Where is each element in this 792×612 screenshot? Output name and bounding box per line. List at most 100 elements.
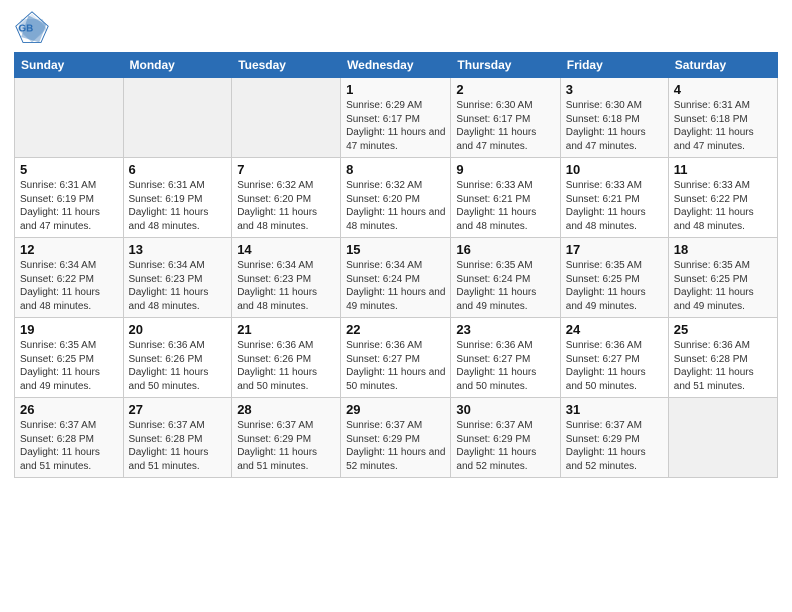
day-number: 24 [566, 322, 663, 337]
day-cell [668, 398, 777, 478]
day-cell: 16Sunrise: 6:35 AM Sunset: 6:24 PM Dayli… [451, 238, 560, 318]
calendar-body: 1 Sunrise: 6:29 AM Sunset: 6:17 PM Daylig… [15, 78, 778, 478]
day-cell [232, 78, 341, 158]
day-cell: 5 Sunrise: 6:31 AM Sunset: 6:19 PM Daylig… [15, 158, 124, 238]
day-info: Sunrise: 6:37 AM Sunset: 6:29 PM Dayligh… [566, 419, 663, 473]
day-number: 10 [566, 162, 663, 177]
day-number: 12 [20, 242, 118, 257]
day-cell: 19 Sunrise: 6:35 AM Sunset: 6:25 PM Dayli… [15, 318, 124, 398]
week-row-1: 1 Sunrise: 6:29 AM Sunset: 6:17 PM Daylig… [15, 78, 778, 158]
day-info: Sunrise: 6:29 AM Sunset: 6:17 PM Dayligh… [346, 99, 445, 153]
svg-text:GB: GB [19, 24, 34, 35]
day-number: 14 [237, 242, 335, 257]
day-cell: 15Sunrise: 6:34 AM Sunset: 6:24 PM Dayli… [341, 238, 451, 318]
day-number: 18 [674, 242, 772, 257]
day-number: 29 [346, 402, 445, 417]
calendar-header: SundayMondayTuesdayWednesdayThursdayFrid… [15, 53, 778, 78]
day-cell: 2Sunrise: 6:30 AM Sunset: 6:17 PM Daylig… [451, 78, 560, 158]
day-cell: 27 Sunrise: 6:37 AM Sunset: 6:28 PM Dayli… [123, 398, 232, 478]
day-cell [15, 78, 124, 158]
day-info: Sunrise: 6:31 AM Sunset: 6:19 PM Dayligh… [129, 179, 227, 233]
header-cell-wednesday: Wednesday [341, 53, 451, 78]
day-info: Sunrise: 6:32 AM Sunset: 6:20 PM Dayligh… [237, 179, 335, 233]
header-cell-sunday: Sunday [15, 53, 124, 78]
day-cell [123, 78, 232, 158]
day-info: Sunrise: 6:35 AM Sunset: 6:24 PM Dayligh… [456, 259, 554, 313]
day-info: Sunrise: 6:33 AM Sunset: 6:21 PM Dayligh… [456, 179, 554, 233]
day-cell: 4Sunrise: 6:31 AM Sunset: 6:18 PM Daylig… [668, 78, 777, 158]
day-info: Sunrise: 6:37 AM Sunset: 6:29 PM Dayligh… [456, 419, 554, 473]
day-number: 5 [20, 162, 118, 177]
day-cell: 9 Sunrise: 6:33 AM Sunset: 6:21 PM Daylig… [451, 158, 560, 238]
day-cell: 28 Sunrise: 6:37 AM Sunset: 6:29 PM Dayli… [232, 398, 341, 478]
day-info: Sunrise: 6:31 AM Sunset: 6:19 PM Dayligh… [20, 179, 118, 233]
day-cell: 24 Sunrise: 6:36 AM Sunset: 6:27 PM Dayli… [560, 318, 668, 398]
day-info: Sunrise: 6:37 AM Sunset: 6:29 PM Dayligh… [346, 419, 445, 473]
day-number: 22 [346, 322, 445, 337]
day-cell: 13Sunrise: 6:34 AM Sunset: 6:23 PM Dayli… [123, 238, 232, 318]
day-number: 2 [456, 82, 554, 97]
day-info: Sunrise: 6:36 AM Sunset: 6:28 PM Dayligh… [674, 339, 772, 393]
day-info: Sunrise: 6:35 AM Sunset: 6:25 PM Dayligh… [20, 339, 118, 393]
week-row-4: 19 Sunrise: 6:35 AM Sunset: 6:25 PM Dayli… [15, 318, 778, 398]
day-info: Sunrise: 6:30 AM Sunset: 6:18 PM Dayligh… [566, 99, 663, 153]
day-cell: 8Sunrise: 6:32 AM Sunset: 6:20 PM Daylig… [341, 158, 451, 238]
day-number: 6 [129, 162, 227, 177]
day-cell: 26 Sunrise: 6:37 AM Sunset: 6:28 PM Dayli… [15, 398, 124, 478]
header-row: SundayMondayTuesdayWednesdayThursdayFrid… [15, 53, 778, 78]
logo: GB [14, 10, 54, 46]
day-number: 25 [674, 322, 772, 337]
day-info: Sunrise: 6:37 AM Sunset: 6:28 PM Dayligh… [20, 419, 118, 473]
header-cell-saturday: Saturday [668, 53, 777, 78]
header-cell-monday: Monday [123, 53, 232, 78]
day-info: Sunrise: 6:37 AM Sunset: 6:28 PM Dayligh… [129, 419, 227, 473]
day-info: Sunrise: 6:32 AM Sunset: 6:20 PM Dayligh… [346, 179, 445, 233]
day-cell: 22 Sunrise: 6:36 AM Sunset: 6:27 PM Dayli… [341, 318, 451, 398]
header-cell-thursday: Thursday [451, 53, 560, 78]
day-number: 30 [456, 402, 554, 417]
header: GB [14, 10, 778, 46]
day-cell: 31Sunrise: 6:37 AM Sunset: 6:29 PM Dayli… [560, 398, 668, 478]
day-number: 20 [129, 322, 227, 337]
day-number: 19 [20, 322, 118, 337]
day-number: 28 [237, 402, 335, 417]
day-cell: 14 Sunrise: 6:34 AM Sunset: 6:23 PM Dayli… [232, 238, 341, 318]
day-cell: 21Sunrise: 6:36 AM Sunset: 6:26 PM Dayli… [232, 318, 341, 398]
day-number: 23 [456, 322, 554, 337]
day-info: Sunrise: 6:33 AM Sunset: 6:22 PM Dayligh… [674, 179, 772, 233]
week-row-2: 5 Sunrise: 6:31 AM Sunset: 6:19 PM Daylig… [15, 158, 778, 238]
day-number: 7 [237, 162, 335, 177]
day-info: Sunrise: 6:36 AM Sunset: 6:27 PM Dayligh… [346, 339, 445, 393]
day-info: Sunrise: 6:36 AM Sunset: 6:26 PM Dayligh… [129, 339, 227, 393]
day-number: 27 [129, 402, 227, 417]
logo-icon: GB [14, 10, 50, 46]
day-number: 9 [456, 162, 554, 177]
day-cell: 30 Sunrise: 6:37 AM Sunset: 6:29 PM Dayli… [451, 398, 560, 478]
day-number: 26 [20, 402, 118, 417]
week-row-5: 26 Sunrise: 6:37 AM Sunset: 6:28 PM Dayli… [15, 398, 778, 478]
day-cell: 12 Sunrise: 6:34 AM Sunset: 6:22 PM Dayli… [15, 238, 124, 318]
calendar-table: SundayMondayTuesdayWednesdayThursdayFrid… [14, 52, 778, 478]
day-cell: 7 Sunrise: 6:32 AM Sunset: 6:20 PM Daylig… [232, 158, 341, 238]
day-info: Sunrise: 6:37 AM Sunset: 6:29 PM Dayligh… [237, 419, 335, 473]
day-cell: 10 Sunrise: 6:33 AM Sunset: 6:21 PM Dayli… [560, 158, 668, 238]
day-number: 21 [237, 322, 335, 337]
day-cell: 23Sunrise: 6:36 AM Sunset: 6:27 PM Dayli… [451, 318, 560, 398]
day-info: Sunrise: 6:34 AM Sunset: 6:23 PM Dayligh… [129, 259, 227, 313]
day-cell: 6 Sunrise: 6:31 AM Sunset: 6:19 PM Daylig… [123, 158, 232, 238]
day-info: Sunrise: 6:33 AM Sunset: 6:21 PM Dayligh… [566, 179, 663, 233]
day-info: Sunrise: 6:35 AM Sunset: 6:25 PM Dayligh… [566, 259, 663, 313]
day-info: Sunrise: 6:36 AM Sunset: 6:27 PM Dayligh… [566, 339, 663, 393]
day-number: 4 [674, 82, 772, 97]
day-cell: 29 Sunrise: 6:37 AM Sunset: 6:29 PM Dayli… [341, 398, 451, 478]
day-cell: 20 Sunrise: 6:36 AM Sunset: 6:26 PM Dayli… [123, 318, 232, 398]
day-number: 1 [346, 82, 445, 97]
day-info: Sunrise: 6:34 AM Sunset: 6:24 PM Dayligh… [346, 259, 445, 313]
day-number: 17 [566, 242, 663, 257]
day-cell: 18 Sunrise: 6:35 AM Sunset: 6:25 PM Dayli… [668, 238, 777, 318]
day-info: Sunrise: 6:35 AM Sunset: 6:25 PM Dayligh… [674, 259, 772, 313]
day-info: Sunrise: 6:34 AM Sunset: 6:22 PM Dayligh… [20, 259, 118, 313]
day-number: 11 [674, 162, 772, 177]
day-info: Sunrise: 6:34 AM Sunset: 6:23 PM Dayligh… [237, 259, 335, 313]
day-number: 3 [566, 82, 663, 97]
